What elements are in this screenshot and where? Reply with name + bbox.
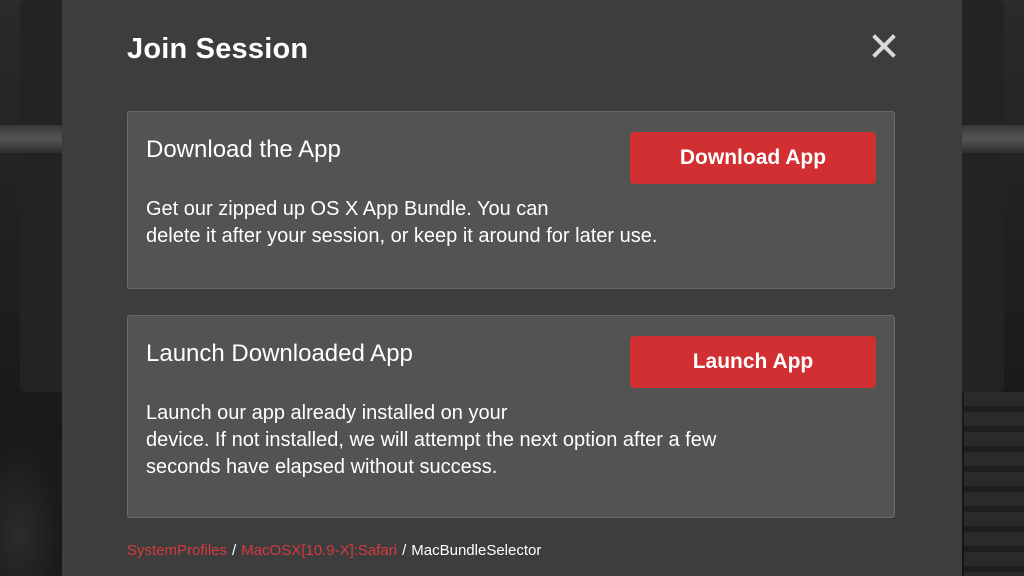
download-app-title: Download the App — [146, 136, 341, 163]
launch-app-button[interactable]: Launch App — [630, 336, 876, 388]
description-line: device. If not installed, we will attemp… — [146, 429, 717, 451]
modal-title: Join Session — [127, 33, 309, 65]
background-tree — [0, 440, 62, 576]
download-app-button[interactable]: Download App — [630, 132, 876, 184]
close-button[interactable] — [866, 28, 902, 64]
description-line: delete it after your session, or keep it… — [146, 225, 658, 247]
breadcrumb-link-system-profiles[interactable]: SystemProfiles — [127, 542, 227, 559]
launch-app-card: Launch Downloaded App Launch App Launch … — [127, 315, 895, 518]
description-line: Get our zipped up OS X App Bundle. You c… — [146, 198, 549, 220]
download-app-card: Download the App Download App Get our zi… — [127, 111, 895, 289]
breadcrumb: SystemProfiles / MacOSX[10.9-X]:Safari / Mac… — [127, 542, 541, 559]
join-session-modal: Join Session Download the App Download A… — [62, 0, 962, 576]
close-icon — [872, 34, 896, 58]
background-building — [964, 392, 1024, 576]
launch-app-title: Launch Downloaded App — [146, 340, 413, 367]
description-line: Launch our app already installed on your — [146, 402, 508, 424]
description-line: seconds have elapsed without success. — [146, 456, 498, 478]
breadcrumb-current: MacBundleSelector — [411, 542, 542, 559]
breadcrumb-separator: / — [232, 542, 237, 559]
breadcrumb-separator: / — [402, 542, 407, 559]
breadcrumb-link-macosx-safari[interactable]: MacOSX[10.9-X]:Safari — [241, 542, 397, 559]
download-app-description: Get our zipped up OS X App Bundle. You c… — [146, 196, 826, 250]
launch-app-description: Launch our app already installed on your… — [146, 400, 826, 481]
